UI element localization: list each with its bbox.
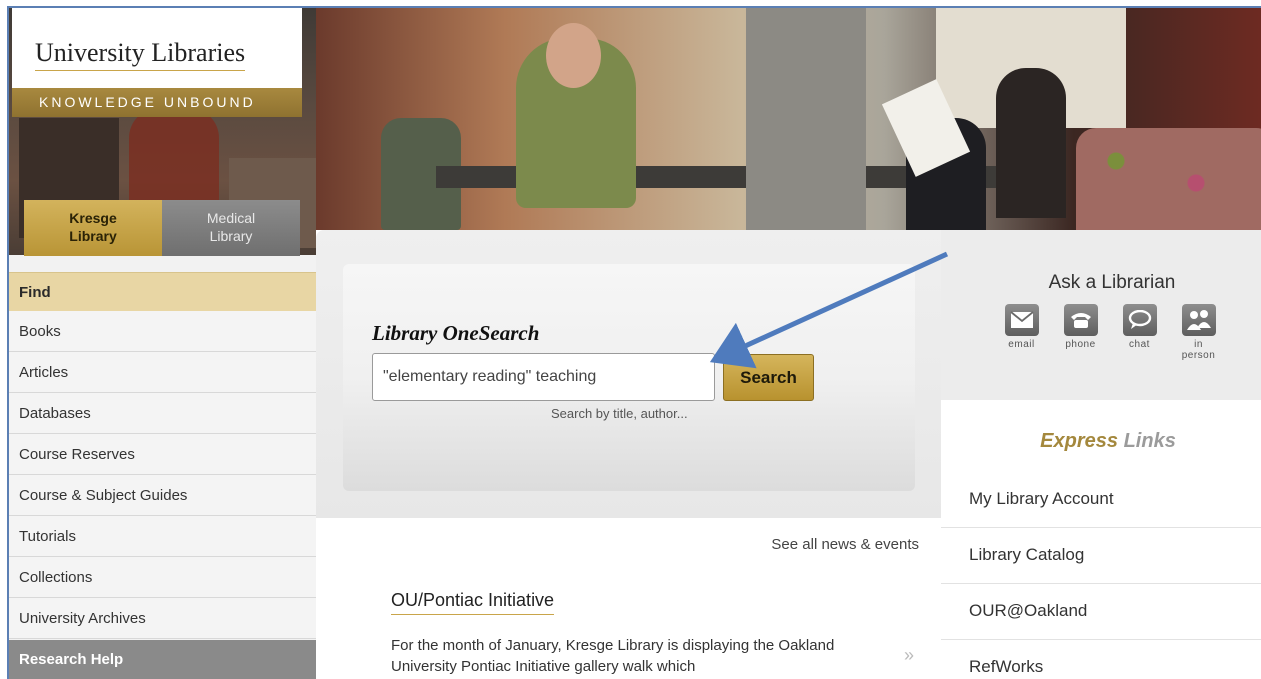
ask-a-librarian-panel: Ask a Librarian email phone chat in pers… <box>941 230 1261 400</box>
nav-item-course-reserves[interactable]: Course Reserves <box>9 434 316 475</box>
news-body: For the month of January, Kresge Library… <box>391 637 835 675</box>
logo-tagline: KNOWLEDGE UNBOUND <box>12 88 302 117</box>
search-input[interactable] <box>372 353 715 401</box>
news-title-link[interactable]: OU/Pontiac Initiative <box>391 590 555 615</box>
nav-heading-find[interactable]: Find <box>9 272 316 311</box>
main-content: Library OneSearch Search Search by title… <box>316 230 941 679</box>
express-link-my-library-account[interactable]: My Library Account <box>941 474 1261 528</box>
ask-title: Ask a Librarian <box>1048 272 1176 293</box>
left-column: University Libraries KNOWLEDGE UNBOUND K… <box>9 8 316 679</box>
nav-item-university-archives[interactable]: University Archives <box>9 598 316 639</box>
right-column: Ask a Librarian email phone chat in pers… <box>941 230 1261 679</box>
onesearch-label: Library OneSearch <box>372 321 540 345</box>
header-banner-photo <box>316 8 1261 230</box>
nav-item-databases[interactable]: Databases <box>9 393 316 434</box>
nav-item-collections[interactable]: Collections <box>9 557 316 598</box>
logo-title: University Libraries <box>35 38 246 71</box>
nav-item-tutorials[interactable]: Tutorials <box>9 516 316 557</box>
nav-heading-research-help[interactable]: Research Help <box>9 640 316 679</box>
ask-option-in-person[interactable]: in person <box>1176 304 1221 361</box>
search-panel: Library OneSearch Search Search by title… <box>316 230 941 518</box>
in-person-icon <box>1181 304 1216 336</box>
express-link-our-oakland[interactable]: OUR@Oakland <box>941 584 1261 640</box>
nav-item-articles[interactable]: Articles <box>9 352 316 393</box>
express-link-library-catalog[interactable]: Library Catalog <box>941 528 1261 584</box>
nav-item-books[interactable]: Books <box>9 311 316 352</box>
ask-options: email phone chat in person <box>999 304 1221 361</box>
search-hint: Search by title, author... <box>551 406 688 421</box>
tab-kresge-library[interactable]: Kresge Library <box>24 200 162 256</box>
ask-option-email[interactable]: email <box>999 304 1044 361</box>
library-tabs: Kresge Library Medical Library <box>24 200 300 256</box>
express-link-refworks[interactable]: RefWorks <box>941 640 1261 679</box>
chat-icon <box>1122 304 1157 336</box>
email-icon <box>1004 304 1039 336</box>
search-button[interactable]: Search <box>723 354 814 401</box>
nav-item-course-subject-guides[interactable]: Course & Subject Guides <box>9 475 316 516</box>
tab-medical-library[interactable]: Medical Library <box>162 200 300 256</box>
see-all-news-link[interactable]: See all news & events <box>771 536 919 553</box>
phone-icon <box>1063 304 1098 336</box>
express-links-title: Express Links <box>1040 430 1176 452</box>
express-links-list: My Library Account Library Catalog OUR@O… <box>941 474 1261 679</box>
chevron-right-icon[interactable]: » <box>904 645 914 666</box>
site-logo[interactable]: University Libraries KNOWLEDGE UNBOUND <box>12 8 302 117</box>
ask-option-phone[interactable]: phone <box>1058 304 1103 361</box>
ask-option-chat[interactable]: chat <box>1117 304 1162 361</box>
nav-list: Books Articles Databases Course Reserves… <box>9 311 316 639</box>
library-homepage: University Libraries KNOWLEDGE UNBOUND K… <box>7 6 1261 679</box>
